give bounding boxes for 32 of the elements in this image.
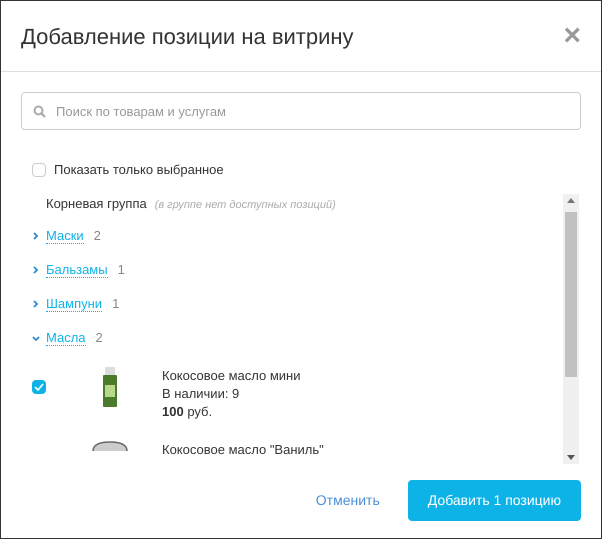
scroll-up-icon[interactable] <box>567 198 575 202</box>
product-stock: В наличии: 9 <box>162 384 240 402</box>
close-button[interactable]: × <box>563 21 581 51</box>
group-link[interactable]: Шампуни <box>46 296 102 312</box>
chevron-right-icon[interactable] <box>32 266 40 274</box>
group-link[interactable]: Маски <box>46 228 84 244</box>
checkbox[interactable] <box>32 162 46 177</box>
chevron-down-icon[interactable] <box>32 334 40 342</box>
group-link[interactable]: Масла <box>46 330 86 346</box>
add-button[interactable]: Добавить 1 позицию <box>408 480 581 522</box>
group-note: (в группе нет доступных позиций) <box>154 198 336 212</box>
chevron-right-icon[interactable] <box>32 232 40 240</box>
bottle-drawing <box>102 366 118 406</box>
scrollbar[interactable] <box>563 194 579 464</box>
group-link[interactable]: Бальзамы <box>46 262 108 278</box>
group-name: Корневая группа <box>46 194 147 213</box>
product-name: Кокосовое масло мини <box>162 366 300 384</box>
search-icon <box>33 105 46 118</box>
jar-drawing <box>92 440 128 450</box>
group-count: 1 <box>112 295 120 314</box>
group-count: 2 <box>96 329 103 348</box>
chevron-right-icon[interactable] <box>32 300 40 308</box>
scroll-down-icon[interactable] <box>567 454 575 460</box>
product-price: 100 руб. <box>162 402 214 420</box>
product-name: Кокосовое масло "Ваниль" <box>162 440 324 458</box>
search-field[interactable]: Поиск по товарам и услугам <box>21 92 581 130</box>
cancel-button[interactable]: Отменить <box>308 490 388 512</box>
checkbox[interactable] <box>32 380 46 394</box>
group-count: 1 <box>118 261 125 280</box>
checkbox-label: Показать только выбранное <box>54 161 224 179</box>
dialog-title: Добавление позиции на витрину <box>21 22 354 51</box>
group-count: 2 <box>94 227 101 246</box>
